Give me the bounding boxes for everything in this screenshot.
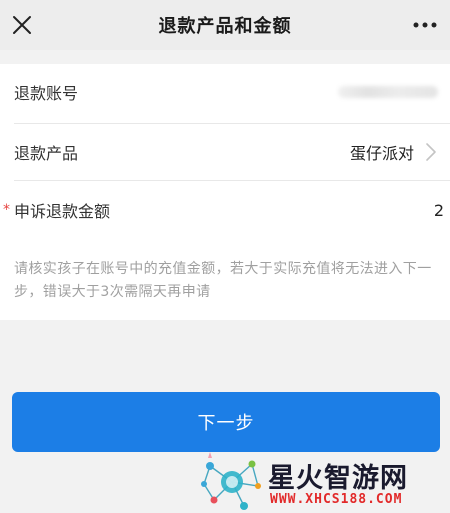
account-row: 退款账号 (0, 64, 450, 120)
amount-hint: 请核实孩子在账号中的充值金额，若大于实际充值将无法进入下一步，错误大于3次需隔天… (14, 261, 432, 300)
next-step-button[interactable]: 下一步 (12, 392, 440, 452)
close-icon (13, 16, 31, 34)
account-value-masked (338, 86, 438, 98)
product-label: 退款产品 (14, 144, 79, 163)
network-logo-icon (201, 452, 261, 510)
nav-bar: 退款产品和金额 (0, 0, 450, 50)
more-icon (413, 22, 437, 28)
more-button[interactable] (412, 14, 438, 36)
chevron-right-icon (426, 143, 436, 161)
product-row[interactable]: 退款产品 蛋仔派对 (0, 124, 450, 180)
amount-input[interactable] (364, 198, 444, 222)
product-value: 蛋仔派对 (349, 144, 414, 163)
watermark-url: WWW.XHCS188.COM (270, 492, 403, 507)
refund-form: 退款账号 退款产品 蛋仔派对 * 申诉退款金额 请核实孩子在账号中的充值金额，若… (0, 64, 450, 320)
required-mark: * (3, 202, 10, 218)
account-label: 退款账号 (14, 84, 79, 103)
amount-label: 申诉退款金额 (14, 202, 111, 221)
amount-row: * 申诉退款金额 (0, 182, 450, 238)
divider (14, 180, 450, 181)
page-title: 退款产品和金额 (158, 16, 292, 37)
close-button[interactable] (8, 11, 36, 39)
watermark-name: 星火智游网 (268, 463, 408, 494)
watermark: 星火智游网 WWW.XHCS188.COM (200, 452, 450, 513)
